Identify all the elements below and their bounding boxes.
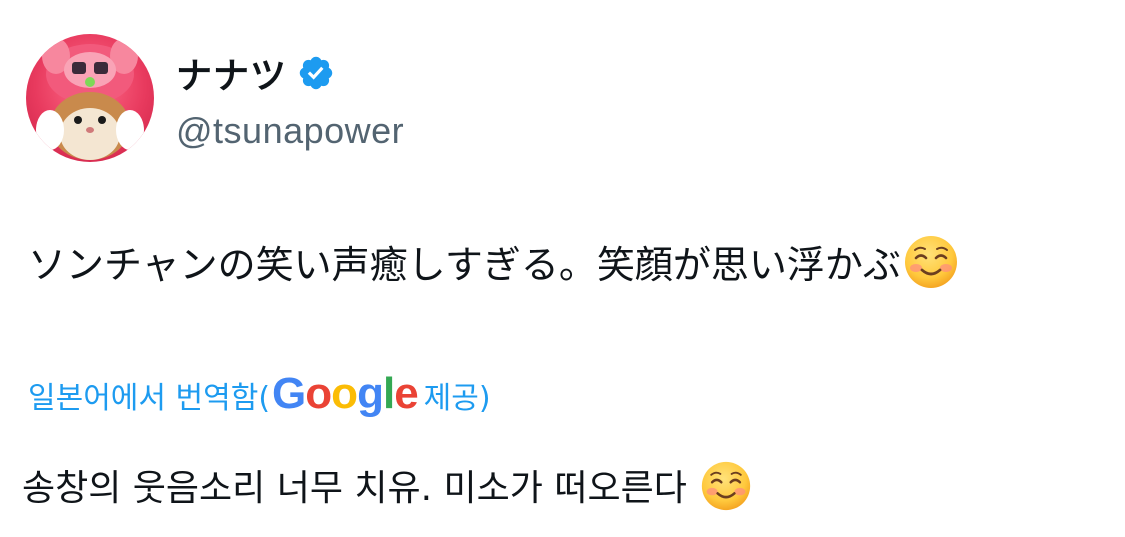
smiling-face-icon	[903, 234, 959, 305]
tweet-header: ナナツ @tsunapower	[26, 34, 404, 164]
translation-suffix: 제공)	[423, 381, 491, 416]
translation-prefix: 일본어에서 번역함(	[28, 381, 271, 416]
user-handle[interactable]: @tsunapower	[176, 110, 404, 152]
avatar-image	[36, 38, 144, 160]
google-logo: Google	[272, 369, 419, 418]
author-info: ナナツ @tsunapower	[176, 50, 404, 152]
translated-body: 송창의 웃음소리 너무 치유. 미소가 떠오른다	[22, 468, 699, 509]
avatar[interactable]	[26, 34, 154, 162]
translated-tweet-text: 송창의 웃음소리 너무 치유. 미소가 떠오른다	[22, 460, 752, 529]
tweet-text: ソンチャンの笑い声癒しすぎる。笑顔が思い浮かぶ	[28, 234, 959, 305]
smiling-face-icon	[700, 460, 752, 529]
display-name[interactable]: ナナツ	[176, 47, 287, 99]
tweet-body: ソンチャンの笑い声癒しすぎる。笑顔が思い浮かぶ	[28, 243, 901, 287]
translation-attribution-link[interactable]: 일본어에서 번역함(Google 제공)	[28, 370, 491, 420]
name-row: ナナツ	[176, 47, 404, 99]
verified-badge-icon[interactable]	[297, 54, 335, 92]
